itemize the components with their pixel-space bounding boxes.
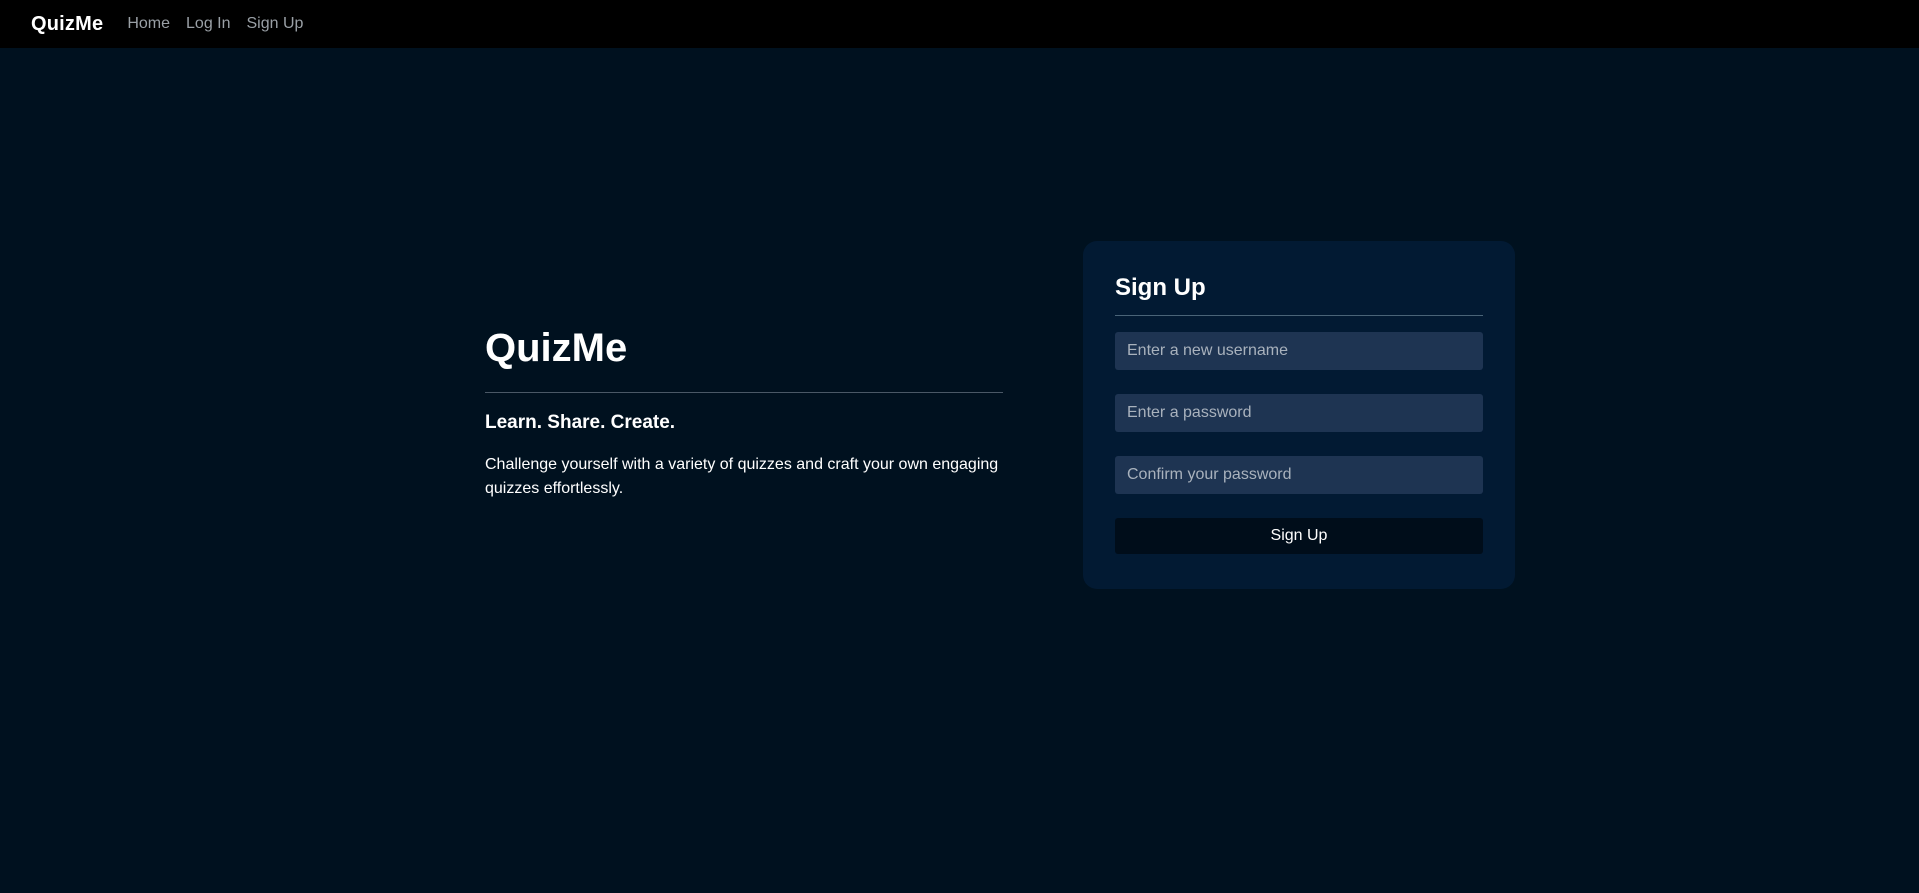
nav-link-sign-up[interactable]: Sign Up <box>247 15 304 33</box>
brand-link[interactable]: QuizMe <box>31 13 103 36</box>
nav-link-log-in[interactable]: Log In <box>186 15 230 33</box>
nav-link-home[interactable]: Home <box>127 15 170 33</box>
top-navbar: QuizMe Home Log In Sign Up <box>0 0 1919 48</box>
confirm-password-input[interactable] <box>1115 456 1483 494</box>
username-input[interactable] <box>1115 332 1483 370</box>
hero-subtitle: Learn. Share. Create. <box>485 412 676 433</box>
hero-description: Challenge yourself with a variety of qui… <box>485 456 999 497</box>
password-input[interactable] <box>1115 394 1483 432</box>
hero-section: QuizMe Learn. Share. Create. Challenge y… <box>485 320 1003 501</box>
hero-divider <box>485 392 1003 393</box>
signup-title: Sign Up <box>1115 274 1206 301</box>
signup-card: Sign Up Sign Up <box>1083 241 1515 589</box>
signup-divider <box>1115 315 1483 316</box>
hero-title: QuizMe <box>485 326 628 370</box>
sign-up-button[interactable]: Sign Up <box>1115 518 1483 554</box>
nav-links: Home Log In Sign Up <box>127 15 303 33</box>
